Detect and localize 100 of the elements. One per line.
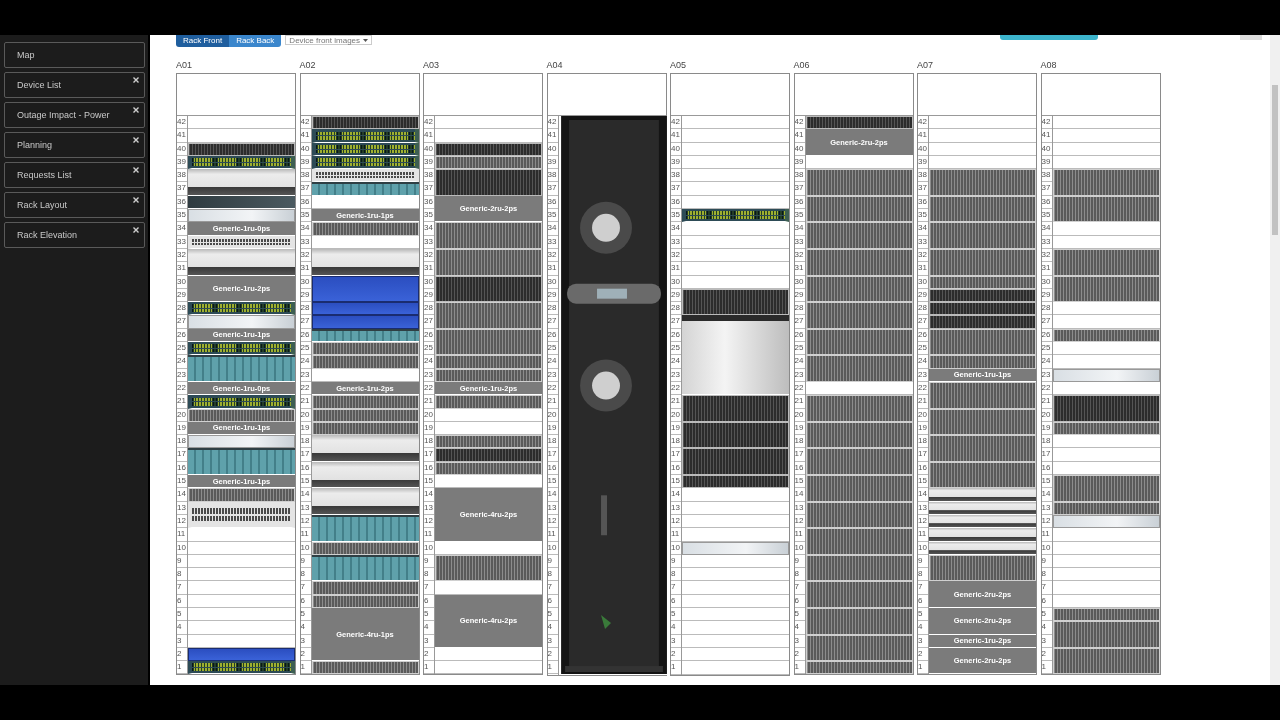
unit-number: 4 bbox=[794, 621, 805, 635]
unit-number: 33 bbox=[177, 235, 187, 249]
chassis[interactable] bbox=[188, 355, 295, 382]
unit-number: 42 bbox=[424, 116, 434, 130]
unit-number: 41 bbox=[671, 129, 681, 143]
unit-number: 41 bbox=[794, 129, 805, 143]
blade-server[interactable] bbox=[929, 554, 1036, 582]
unit-number: 6 bbox=[177, 594, 187, 608]
server[interactable] bbox=[188, 248, 295, 276]
unit-number: 3 bbox=[177, 634, 187, 648]
blade-server[interactable] bbox=[1052, 395, 1160, 422]
unit-number: 13 bbox=[177, 501, 187, 515]
unit-number: 40 bbox=[424, 142, 434, 156]
chassis[interactable] bbox=[188, 448, 295, 475]
unit-number: 8 bbox=[918, 568, 928, 582]
unit-number: 31 bbox=[547, 262, 558, 276]
unit-number: 32 bbox=[794, 248, 805, 263]
blade-server[interactable] bbox=[682, 288, 789, 316]
sidebar-item[interactable]: Planning bbox=[4, 132, 145, 158]
blade-server[interactable] bbox=[682, 448, 789, 476]
unit-number: 13 bbox=[918, 501, 928, 515]
server[interactable] bbox=[311, 248, 419, 276]
appliance[interactable] bbox=[188, 435, 295, 449]
unit-number: 20 bbox=[424, 408, 434, 422]
blade-server[interactable] bbox=[805, 116, 913, 130]
unit-number: 5 bbox=[177, 608, 187, 622]
scrollbar[interactable] bbox=[1270, 35, 1280, 685]
image-dropdown[interactable]: Device front images bbox=[285, 35, 373, 45]
unit-number: 6 bbox=[300, 594, 311, 608]
blade-server[interactable] bbox=[682, 395, 789, 422]
server[interactable] bbox=[311, 488, 419, 515]
blade-server[interactable] bbox=[682, 475, 789, 489]
server[interactable] bbox=[929, 488, 1036, 502]
unit-number: 5 bbox=[794, 608, 805, 622]
blade-server[interactable] bbox=[929, 315, 1036, 329]
sidebar-item[interactable]: Rack Layout bbox=[4, 192, 145, 218]
unit-number: 27 bbox=[794, 315, 805, 329]
unit-number: 10 bbox=[1041, 541, 1052, 555]
blade-server[interactable] bbox=[435, 169, 542, 196]
unit-number: 39 bbox=[918, 155, 928, 170]
blade-server[interactable] bbox=[311, 116, 419, 130]
blade-server[interactable] bbox=[435, 554, 542, 582]
sidebar-item[interactable]: Rack Elevation bbox=[4, 222, 145, 248]
sidebar-item[interactable]: Requests List bbox=[4, 162, 145, 188]
view-tab[interactable]: Rack Front bbox=[176, 35, 230, 47]
sidebar-item[interactable]: Map bbox=[4, 42, 145, 68]
unit-number: 9 bbox=[300, 554, 311, 569]
unit-number: 34 bbox=[177, 222, 187, 236]
unit-number: 36 bbox=[918, 195, 928, 210]
unit-number: 19 bbox=[1041, 421, 1052, 436]
server[interactable] bbox=[188, 169, 295, 196]
unit-number: 23 bbox=[794, 368, 805, 382]
unit-number: 14 bbox=[1041, 488, 1052, 502]
unit-number: 12 bbox=[1041, 514, 1052, 529]
sidebar-item[interactable]: Outage Impact - Power bbox=[4, 102, 145, 128]
unit-number: 32 bbox=[424, 248, 434, 263]
unit-number: 35 bbox=[424, 209, 434, 223]
appliance[interactable] bbox=[311, 275, 419, 303]
unit-number: 15 bbox=[547, 475, 558, 489]
blade-server[interactable] bbox=[1052, 275, 1160, 303]
unit-number: 39 bbox=[547, 155, 558, 170]
blade-server[interactable] bbox=[1052, 195, 1160, 223]
unit-number: 13 bbox=[300, 501, 311, 515]
unit-number: 40 bbox=[1041, 142, 1052, 156]
unit-number: 13 bbox=[794, 501, 805, 515]
server[interactable] bbox=[311, 461, 419, 489]
blade-server[interactable] bbox=[435, 448, 542, 462]
blade-server[interactable] bbox=[435, 275, 542, 303]
server[interactable] bbox=[929, 528, 1036, 542]
unit-number: 20 bbox=[177, 408, 187, 422]
unit-number: 38 bbox=[424, 169, 434, 183]
port-panel-device[interactable] bbox=[311, 129, 419, 143]
unit-number: 15 bbox=[671, 475, 681, 489]
chassis[interactable] bbox=[311, 182, 419, 196]
unit-number: 25 bbox=[424, 342, 434, 356]
unit-number: 8 bbox=[177, 568, 187, 582]
storage-array[interactable] bbox=[682, 315, 789, 396]
unit-number: 32 bbox=[300, 248, 311, 263]
view-tab[interactable]: Rack Back bbox=[229, 35, 282, 47]
unit-number: 14 bbox=[547, 488, 558, 502]
unit-number: 14 bbox=[300, 488, 311, 502]
sidebar-item[interactable]: Device List bbox=[4, 72, 145, 98]
chassis[interactable] bbox=[311, 514, 419, 542]
port-panel-device[interactable] bbox=[188, 395, 295, 409]
blade-server[interactable] bbox=[682, 421, 789, 449]
server[interactable] bbox=[311, 435, 419, 462]
port-panel-device[interactable] bbox=[682, 209, 789, 223]
unit-number: 21 bbox=[547, 395, 558, 409]
unit-number: 7 bbox=[671, 581, 681, 595]
blade-server[interactable] bbox=[929, 381, 1036, 409]
blade-server[interactable] bbox=[929, 302, 1036, 316]
port-panel-device[interactable] bbox=[188, 302, 295, 316]
unit-number: 16 bbox=[671, 461, 681, 476]
unit-number: 40 bbox=[918, 142, 928, 156]
port-panel-device[interactable] bbox=[188, 342, 295, 356]
chassis[interactable] bbox=[311, 554, 419, 582]
port-panel-device[interactable] bbox=[188, 661, 295, 675]
unit-number: 28 bbox=[177, 302, 187, 316]
unit-number: 42 bbox=[794, 116, 805, 130]
unit-number: 38 bbox=[547, 169, 558, 183]
